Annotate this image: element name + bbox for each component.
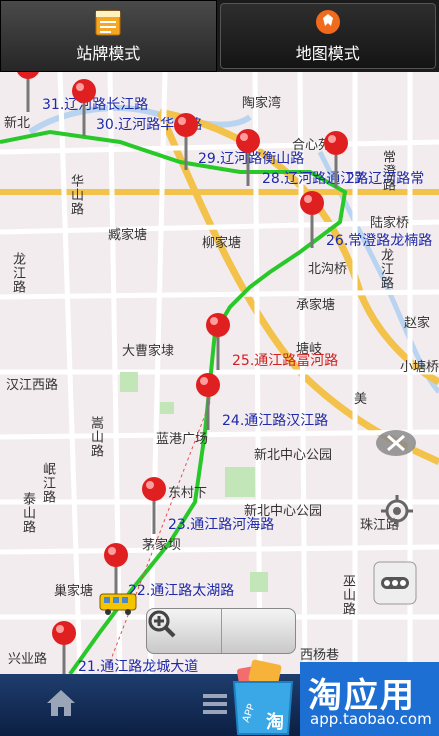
tab-stop-mode[interactable]: 站牌模式 — [0, 0, 217, 72]
place-label: 臧家塘 — [108, 228, 148, 243]
zoom-in-icon — [148, 610, 176, 638]
route-map[interactable]: 陶家湾 合心苑 常澄路 陆家桥 臧家塘 柳家塘 北沟桥 龙江路 承家塘 赵家 大… — [0, 72, 439, 674]
place-label: 巢家塘 — [54, 584, 94, 599]
stop-label[interactable]: 24.通江路汉江路 — [222, 410, 328, 430]
stop-label[interactable]: 26.常澄路龙楠路 — [326, 230, 432, 250]
place-label: 北沟桥 — [308, 262, 348, 277]
stop-label[interactable]: 21.通江路龙城大道 — [78, 656, 198, 674]
place-label: 新北 — [4, 116, 31, 131]
stop-label[interactable]: 23.通江路河海路 — [168, 514, 274, 534]
taobao-app-promo[interactable]: 淘应用 app.taobao.com APP 淘 — [228, 652, 439, 736]
stop-pin-icon[interactable] — [14, 72, 42, 114]
place-label: 大曹家埭 — [122, 344, 175, 359]
bus-icon — [99, 593, 137, 615]
map-pin-icon — [315, 10, 340, 34]
menu-icon[interactable] — [200, 686, 230, 720]
place-label: 美 — [354, 392, 368, 407]
home-icon[interactable] — [44, 686, 78, 720]
tab-stop-mode-label: 站牌模式 — [76, 44, 141, 63]
stop-label[interactable]: 22.通江路太湖路 — [128, 580, 234, 600]
zoom-in-button[interactable] — [148, 609, 296, 653]
road-label: 嵩山路 — [88, 416, 103, 458]
stop-pin-icon[interactable] — [172, 112, 200, 172]
stop-label-current[interactable]: 25.通江路富河路 — [232, 350, 338, 370]
place-label: 小塘桥 — [400, 360, 439, 375]
notepad-icon — [95, 10, 121, 36]
road-label: 岷江路 — [40, 462, 55, 504]
road-label: 巫山路 — [340, 574, 355, 616]
close-layer-icon[interactable] — [374, 428, 418, 458]
more-options-icon[interactable] — [372, 560, 418, 606]
mode-tab-bar: 站牌模式 地图模式 — [0, 0, 439, 72]
road-label: 龙江路 — [10, 252, 25, 294]
stop-pin-icon[interactable] — [50, 620, 78, 674]
stop-pin-icon[interactable] — [322, 130, 350, 190]
stop-pin-icon[interactable] — [140, 476, 168, 536]
place-label: 新北中心公园 — [254, 448, 333, 463]
place-label: 茅家坝 — [142, 538, 182, 553]
place-label: 陶家湾 — [242, 96, 282, 111]
place-label: 承家塘 — [296, 298, 336, 313]
tab-map-mode[interactable]: 地图模式 — [219, 3, 436, 69]
zoom-control — [146, 608, 296, 654]
stop-pin-icon[interactable] — [298, 190, 326, 250]
tab-map-mode-label: 地图模式 — [295, 44, 360, 63]
road-label: 兴业路 — [8, 652, 48, 667]
stop-pin-icon[interactable] — [234, 128, 262, 188]
place-label: 柳家塘 — [202, 236, 242, 251]
bag-glyph-text: 淘 — [266, 711, 284, 733]
place-label: 赵家 — [404, 316, 431, 331]
shopping-bag-icon: APP 淘 — [232, 659, 294, 735]
place-label: 陆家桥 — [370, 216, 410, 231]
road-label: 汉江西路 — [6, 378, 59, 393]
promo-url: app.taobao.com — [310, 710, 432, 728]
stop-label[interactable]: 27.辽河路常 — [346, 168, 424, 188]
stop-pin-icon[interactable] — [70, 78, 98, 138]
road-label: 华山路 — [68, 174, 83, 216]
locate-icon[interactable] — [380, 494, 414, 528]
road-label: 泰山路 — [20, 492, 35, 534]
place-label: 东村下 — [168, 486, 208, 501]
road-label: 龙江路 — [378, 248, 393, 290]
stop-pin-icon[interactable] — [204, 312, 232, 372]
stop-pin-icon[interactable] — [194, 372, 222, 432]
